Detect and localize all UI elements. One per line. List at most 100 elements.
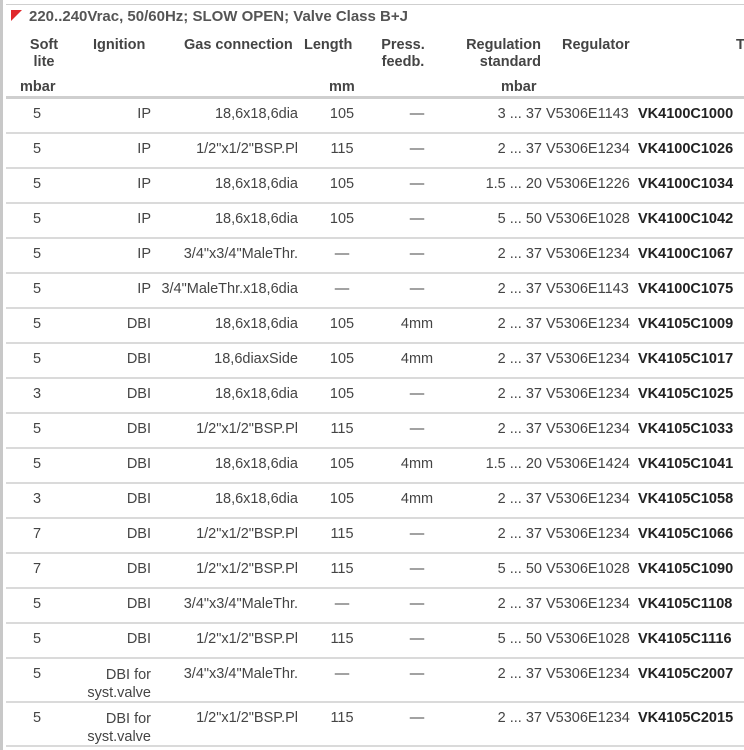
cell-type: VK4105C1090 bbox=[638, 561, 734, 577]
cell-type: VK4100C1067 bbox=[638, 246, 734, 262]
cell-type: VK4100C1034 bbox=[638, 176, 734, 192]
cell-soft: 5 bbox=[32, 281, 42, 297]
cell-ign: IP bbox=[137, 281, 151, 297]
cell-gas: 3/4"x3/4"MaleThr. bbox=[183, 246, 298, 262]
cell-regulator: V5306E1234 bbox=[546, 386, 630, 402]
cell-type: VK4100C1042 bbox=[638, 211, 734, 227]
cell-soft: 5 bbox=[32, 211, 42, 227]
cell-press: 4mm bbox=[400, 491, 434, 507]
cell-press: — bbox=[409, 596, 425, 612]
cell-len: 115 bbox=[330, 561, 354, 577]
cell-gas: 18,6x18,6dia bbox=[214, 106, 298, 122]
cell-soft: 5 bbox=[32, 106, 42, 122]
cell-soft: 5 bbox=[32, 596, 42, 612]
header-press-feedb: Press. feedb. bbox=[373, 37, 433, 71]
cell-soft: 7 bbox=[32, 561, 42, 577]
table-row: 7 DBI 1/2"x1/2"BSP.Pl 115 — 5 ... 50 V5306E102… bbox=[6, 554, 744, 589]
cell-gas: 1/2"x1/2"BSP.Pl bbox=[196, 561, 298, 577]
cell-press: — bbox=[409, 176, 425, 192]
cell-type: VK4105C2015 bbox=[638, 710, 734, 726]
cell-gas: 1/2"x1/2"BSP.Pl bbox=[196, 526, 298, 542]
table-title-bar: 220..240Vrac, 50/60Hz; SLOW OPEN; Valve … bbox=[6, 4, 744, 31]
table-row: 5 DBI 3/4"x3/4"MaleThr. — — 2 ... 37 V5306E123… bbox=[6, 589, 744, 624]
cell-gas: 18,6diaxSide bbox=[214, 351, 298, 367]
table-title: 220..240Vrac, 50/60Hz; SLOW OPEN; Valve … bbox=[29, 8, 408, 25]
cell-len: 105 bbox=[329, 176, 355, 192]
cell-type: VK4100C1075 bbox=[638, 281, 734, 297]
cell-reg: 1.5 ... 20 bbox=[485, 456, 542, 472]
cell-gas: 3/4"MaleThr.x18,6dia bbox=[161, 281, 298, 297]
unit-soft-lite: mbar bbox=[20, 79, 56, 95]
cell-reg: 1.5 ... 20 bbox=[485, 176, 542, 192]
cell-regulator: V5306E1226 bbox=[546, 176, 630, 192]
cell-len: 105 bbox=[329, 386, 355, 402]
cell-soft: 5 bbox=[32, 456, 42, 472]
cell-regulator: V5306E1234 bbox=[546, 526, 630, 542]
cell-soft: 5 bbox=[32, 316, 42, 332]
cell-len: — bbox=[334, 596, 350, 612]
cell-soft: 3 bbox=[32, 491, 42, 507]
cell-ign: DBI bbox=[126, 596, 151, 612]
cell-ign-line: DBI for bbox=[105, 667, 151, 683]
cell-reg: 2 ... 37 bbox=[497, 351, 542, 367]
cell-regulator: V5306E1234 bbox=[546, 141, 630, 157]
cell-gas: 18,6x18,6dia bbox=[214, 211, 298, 227]
cell-ign: IP bbox=[137, 246, 151, 262]
cell-reg: 5 ... 50 bbox=[497, 631, 542, 647]
table-row: 5 DBI 18,6diaxSide 105 4mm 2 ... 37 V5306E1234… bbox=[6, 344, 744, 379]
cell-len: 105 bbox=[329, 316, 355, 332]
table-row: 5 IP 18,6x18,6dia 105 — 3 ... 37 V5306E1143 VK4… bbox=[6, 99, 744, 134]
table-row: 3 DBI 18,6x18,6dia 105 — 2 ... 37 V5306E1234 VK… bbox=[6, 379, 744, 414]
cell-press: — bbox=[409, 141, 425, 157]
header-press-line2: feedb. bbox=[381, 54, 425, 70]
cell-reg: 2 ... 37 bbox=[497, 526, 542, 542]
cell-len: — bbox=[334, 666, 350, 682]
cell-gas: 18,6x18,6dia bbox=[214, 456, 298, 472]
table-row: 5 DBI for syst.valve 1/2"x1/2"BSP.Pl 115 — 2 .… bbox=[6, 703, 744, 747]
cell-ign: IP bbox=[137, 176, 151, 192]
cell-len: 105 bbox=[329, 106, 355, 122]
table-row: 5 IP 3/4"MaleThr.x18,6dia — — 2 ... 37 V5306E1… bbox=[6, 274, 744, 309]
cell-type: VK4105C1033 bbox=[638, 421, 734, 437]
cell-regulator: V5306E1234 bbox=[546, 491, 630, 507]
cell-press: — bbox=[409, 211, 425, 227]
cell-type: VK4105C1116 bbox=[638, 631, 732, 647]
cell-soft: 5 bbox=[32, 666, 42, 682]
cell-press: 4mm bbox=[400, 351, 434, 367]
cell-regulator: V5306E1028 bbox=[546, 211, 630, 227]
table-header: Soft lite Ignition Gas connection Length… bbox=[3, 30, 744, 97]
table-row: 5 DBI for syst.valve 3/4"x3/4"MaleThr. — — 2 .… bbox=[6, 659, 744, 703]
header-soft-lite-line2: lite bbox=[33, 54, 55, 70]
cell-ign: DBI for syst.valve bbox=[87, 666, 151, 702]
table-body: 5 IP 18,6x18,6dia 105—3 ... 37 V5306E1143 VK4… bbox=[6, 99, 744, 747]
cell-soft: 5 bbox=[32, 176, 42, 192]
cell-reg: 5 ... 50 bbox=[497, 211, 542, 227]
table-row: 5 IP 18,6x18,6dia 105 — 1.5 ... 20 V5306E1226 V… bbox=[6, 169, 744, 204]
unit-length: mm bbox=[329, 79, 355, 95]
valve-table-panel: 220..240Vrac, 50/60Hz; SLOW OPEN; Valve … bbox=[0, 0, 744, 750]
cell-ign: DBI bbox=[126, 491, 151, 507]
cell-ign: DBI bbox=[126, 351, 151, 367]
cell-ign: DBI bbox=[126, 421, 151, 437]
cell-len: — bbox=[334, 246, 350, 262]
cell-gas: 18,6x18,6dia bbox=[214, 491, 298, 507]
table-row: 5 IP 3/4"x3/4"MaleThr. — — 2 ... 37 V5306E1234… bbox=[6, 239, 744, 274]
cell-len: 115 bbox=[330, 710, 354, 726]
cell-ign-line: syst.valve bbox=[87, 685, 151, 701]
cell-regulator: V5306E1234 bbox=[546, 316, 630, 332]
cell-len: 105 bbox=[329, 211, 355, 227]
cell-regulator: V5306E1234 bbox=[546, 710, 630, 726]
cell-soft: 5 bbox=[32, 710, 42, 726]
cell-type: VK4105C1108 bbox=[638, 596, 733, 612]
cell-reg: 2 ... 37 bbox=[497, 710, 542, 726]
cell-reg: 2 ... 37 bbox=[497, 316, 542, 332]
cell-press: — bbox=[409, 386, 425, 402]
cell-len: 115 bbox=[330, 526, 354, 542]
cell-ign-line: DBI for bbox=[105, 711, 151, 727]
cell-gas: 18,6x18,6dia bbox=[214, 316, 298, 332]
cell-len: 115 bbox=[330, 141, 354, 157]
cell-gas: 1/2"x1/2"BSP.Pl bbox=[196, 141, 298, 157]
cell-reg: 3 ... 37 bbox=[497, 106, 542, 122]
cell-len: — bbox=[334, 281, 350, 297]
table-row: 3 DBI 18,6x18,6dia 105 4mm 2 ... 37 V5306E1234… bbox=[6, 484, 744, 519]
